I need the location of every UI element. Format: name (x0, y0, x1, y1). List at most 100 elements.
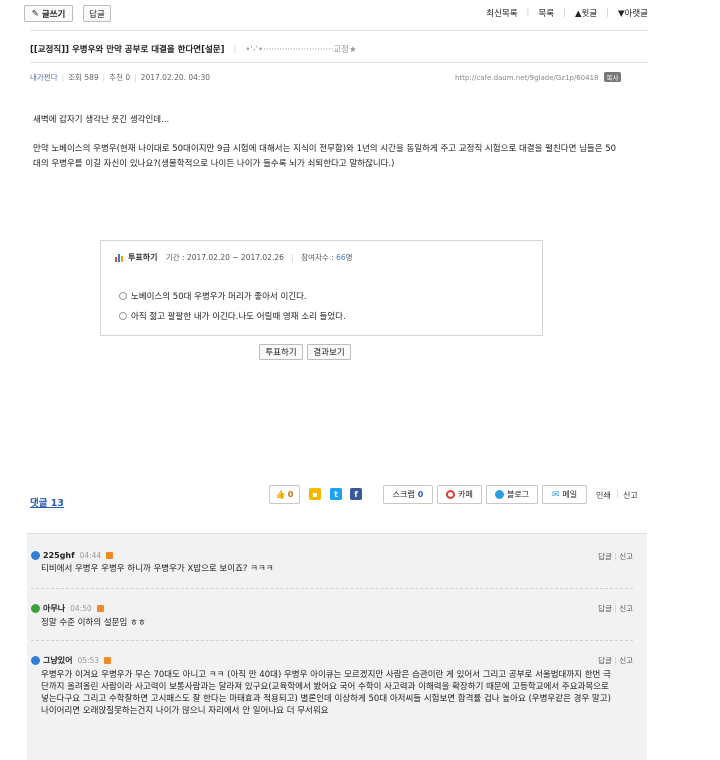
divider: | (134, 73, 137, 82)
report-link[interactable]: 신고 (623, 490, 638, 501)
comments-count-link[interactable]: 댓글 13 (30, 495, 64, 509)
poll-chart-icon (115, 253, 125, 264)
comment-actions: 답글 | 신고 (598, 551, 633, 562)
post-meta: 내가쩐다 | 조회 589 | 추천 0 | 2017.02.20. 04:30 (30, 72, 210, 83)
comment-text: 정말 수준 이하의 설문임 ㅎㅎ (41, 618, 146, 628)
post-date: 2017.02.20. 04:30 (140, 73, 210, 82)
recommend-count: 추천 0 (109, 73, 131, 82)
comment-actions: 답글 | 신고 (598, 603, 633, 614)
radio-button[interactable] (119, 312, 127, 320)
kakaostory-icon[interactable]: ▪ (309, 488, 321, 500)
vote-button[interactable]: 투표하기 (259, 344, 303, 360)
comment-actions: 답글 | 신고 (598, 655, 633, 666)
poll-option[interactable]: 아직 젊고 팔팔한 내가 이긴다.나도 어릴때 영재 소리 들었다. (119, 310, 346, 322)
comment-header: 그냥있어 05:53 (31, 655, 633, 666)
post-title: [[교정직]] 우병우와 만약 공부로 대결을 한다면[설문] (30, 45, 225, 55)
post-url: http://cafe.daum.net/9glade/Gz1p/60418 (455, 74, 599, 82)
post-url-row: http://cafe.daum.net/9glade/Gz1p/60418 복사 (455, 72, 622, 82)
comments-section: 225ghf 04:44 티비에서 우병우 우병우 하니까 우병우가 X밥으로 … (27, 533, 647, 760)
mail-share-button[interactable]: ✉ 메일 (542, 485, 587, 504)
latest-list-link[interactable]: 최신목록 (486, 7, 517, 19)
result-button[interactable]: 결과보기 (307, 344, 351, 360)
participants-label: 참여자수 : (301, 253, 334, 262)
new-badge-icon (106, 552, 114, 559)
comment-reply-link[interactable]: 답글 (598, 656, 612, 665)
cafe-label: 카페 (458, 490, 473, 499)
poll-option-label: 아직 젊고 팔팔한 내가 이긴다.나도 어릴때 영재 소리 들었다. (131, 312, 346, 322)
new-badge-icon (96, 605, 104, 612)
scrap-button[interactable]: 스크랩 0 (383, 485, 433, 504)
comment-header: 아무나 04:50 (31, 603, 633, 614)
poll-option-label: 노베이스의 50대 우병우가 머리가 좋아서 이긴다. (131, 292, 307, 302)
radio-button[interactable] (119, 292, 127, 300)
divider: | (563, 8, 566, 18)
blog-label: 블로그 (506, 490, 530, 499)
print-link[interactable]: 인쇄 (596, 490, 611, 501)
participants-unit: 명 (345, 253, 353, 262)
comment-text: 우병우가 이겨요 우병우가 무슨 70대도 아니고 ㅋㅋ (아직 만 40대) … (41, 670, 611, 716)
poll-header: 투표하기 기간 : 2017.02.20 ~ 2017.02.26 | 참여자수… (115, 252, 353, 264)
like-button[interactable]: 👍 0 (269, 485, 300, 504)
divider: | (616, 489, 619, 498)
divider (30, 30, 648, 31)
thumbs-up-icon: 👍 (275, 490, 286, 499)
next-post-link[interactable]: ▼아랫글 (618, 7, 648, 19)
comment-reply-link[interactable]: 답글 (598, 604, 612, 613)
comment-report-link[interactable]: 신고 (619, 656, 633, 665)
comment-time: 05:53 (77, 656, 100, 665)
mail-icon: ✉ (551, 489, 560, 500)
poll-box: 투표하기 기간 : 2017.02.20 ~ 2017.02.26 | 참여자수… (100, 240, 543, 336)
poll-period: 기간 : 2017.02.20 ~ 2017.02.26 (165, 253, 284, 262)
scrap-label: 스크랩 (392, 490, 415, 499)
comment-author[interactable]: 그냥있어 (43, 655, 72, 666)
new-badge-icon (104, 657, 112, 664)
divider: | (102, 73, 106, 82)
blog-icon (494, 490, 504, 499)
mail-label: 메일 (562, 490, 578, 499)
divider: | (606, 8, 609, 18)
comment-item: 225ghf 04:44 티비에서 우병우 우병우 하니까 우병우가 X밥으로 … (31, 551, 633, 575)
divider (30, 62, 648, 63)
cafe-icon (446, 490, 456, 499)
comment-reply-link[interactable]: 답글 (598, 552, 612, 561)
author-signature: •'-'•··························교정★ (245, 45, 357, 55)
post-title-row: [[교정직]] 우병우와 만약 공부로 대결을 한다면[설문] | •'-'•·… (30, 43, 357, 55)
comment-report-link[interactable]: 신고 (619, 552, 633, 561)
like-count: 0 (287, 490, 294, 499)
comment-author[interactable]: 225ghf (43, 551, 75, 560)
post-body-paragraph: 만약 노베이스의 우병우(현재 나이대로 50대이지만 9급 시험에 대해서는 … (33, 144, 617, 169)
poll-title: 투표하기 (128, 253, 158, 262)
participants-count: 66 (336, 253, 346, 262)
poll-option[interactable]: 노베이스의 50대 우병우가 머리가 좋아서 이긴다. (119, 290, 307, 302)
divider: | (526, 8, 530, 18)
author-link[interactable]: 내가쩐다 (30, 73, 58, 82)
comment-time: 04:50 (70, 604, 92, 613)
scrap-count: 0 (417, 490, 424, 499)
prev-post-link[interactable]: ▲윗글 (575, 7, 597, 19)
cafe-share-button[interactable]: 카페 (437, 485, 482, 504)
comment-report-link[interactable]: 신고 (619, 604, 633, 613)
user-level-icon (31, 656, 40, 665)
comment-item: 아무나 04:50 정말 수준 이하의 설문임 ㅎㅎ 답글 | 신고 (31, 603, 633, 629)
post-body-line: 새벽에 갑자기 생각난 웃긴 생각인데... (33, 115, 170, 125)
copy-url-button[interactable]: 복사 (603, 72, 622, 82)
comment-header: 225ghf 04:44 (31, 551, 633, 560)
twitter-icon[interactable]: t (330, 488, 342, 500)
comment-item: 그냥있어 05:53 우병우가 이겨요 우병우가 무슨 70대도 아니고 ㅋㅋ … (31, 655, 633, 717)
blog-share-button[interactable]: 블로그 (486, 485, 538, 504)
list-link[interactable]: 목록 (538, 7, 554, 19)
post-navigation: 최신목록 | 목록 | ▲윗글 | ▼아랫글 (486, 7, 648, 19)
user-level-icon (31, 604, 40, 613)
comment-time: 04:44 (79, 551, 102, 560)
divider: | (61, 73, 65, 82)
pencil-icon: ✎ (31, 8, 39, 19)
divider: | (233, 45, 237, 55)
comment-divider (31, 588, 633, 589)
write-button[interactable]: ✎ 글쓰기 (24, 5, 73, 22)
facebook-icon[interactable]: f (350, 488, 362, 500)
write-label: 글쓰기 (41, 9, 66, 20)
view-count: 조회 589 (68, 73, 99, 82)
reply-button[interactable]: 답글 (83, 5, 111, 22)
user-level-icon (31, 551, 40, 560)
comment-author[interactable]: 아무나 (43, 603, 65, 614)
